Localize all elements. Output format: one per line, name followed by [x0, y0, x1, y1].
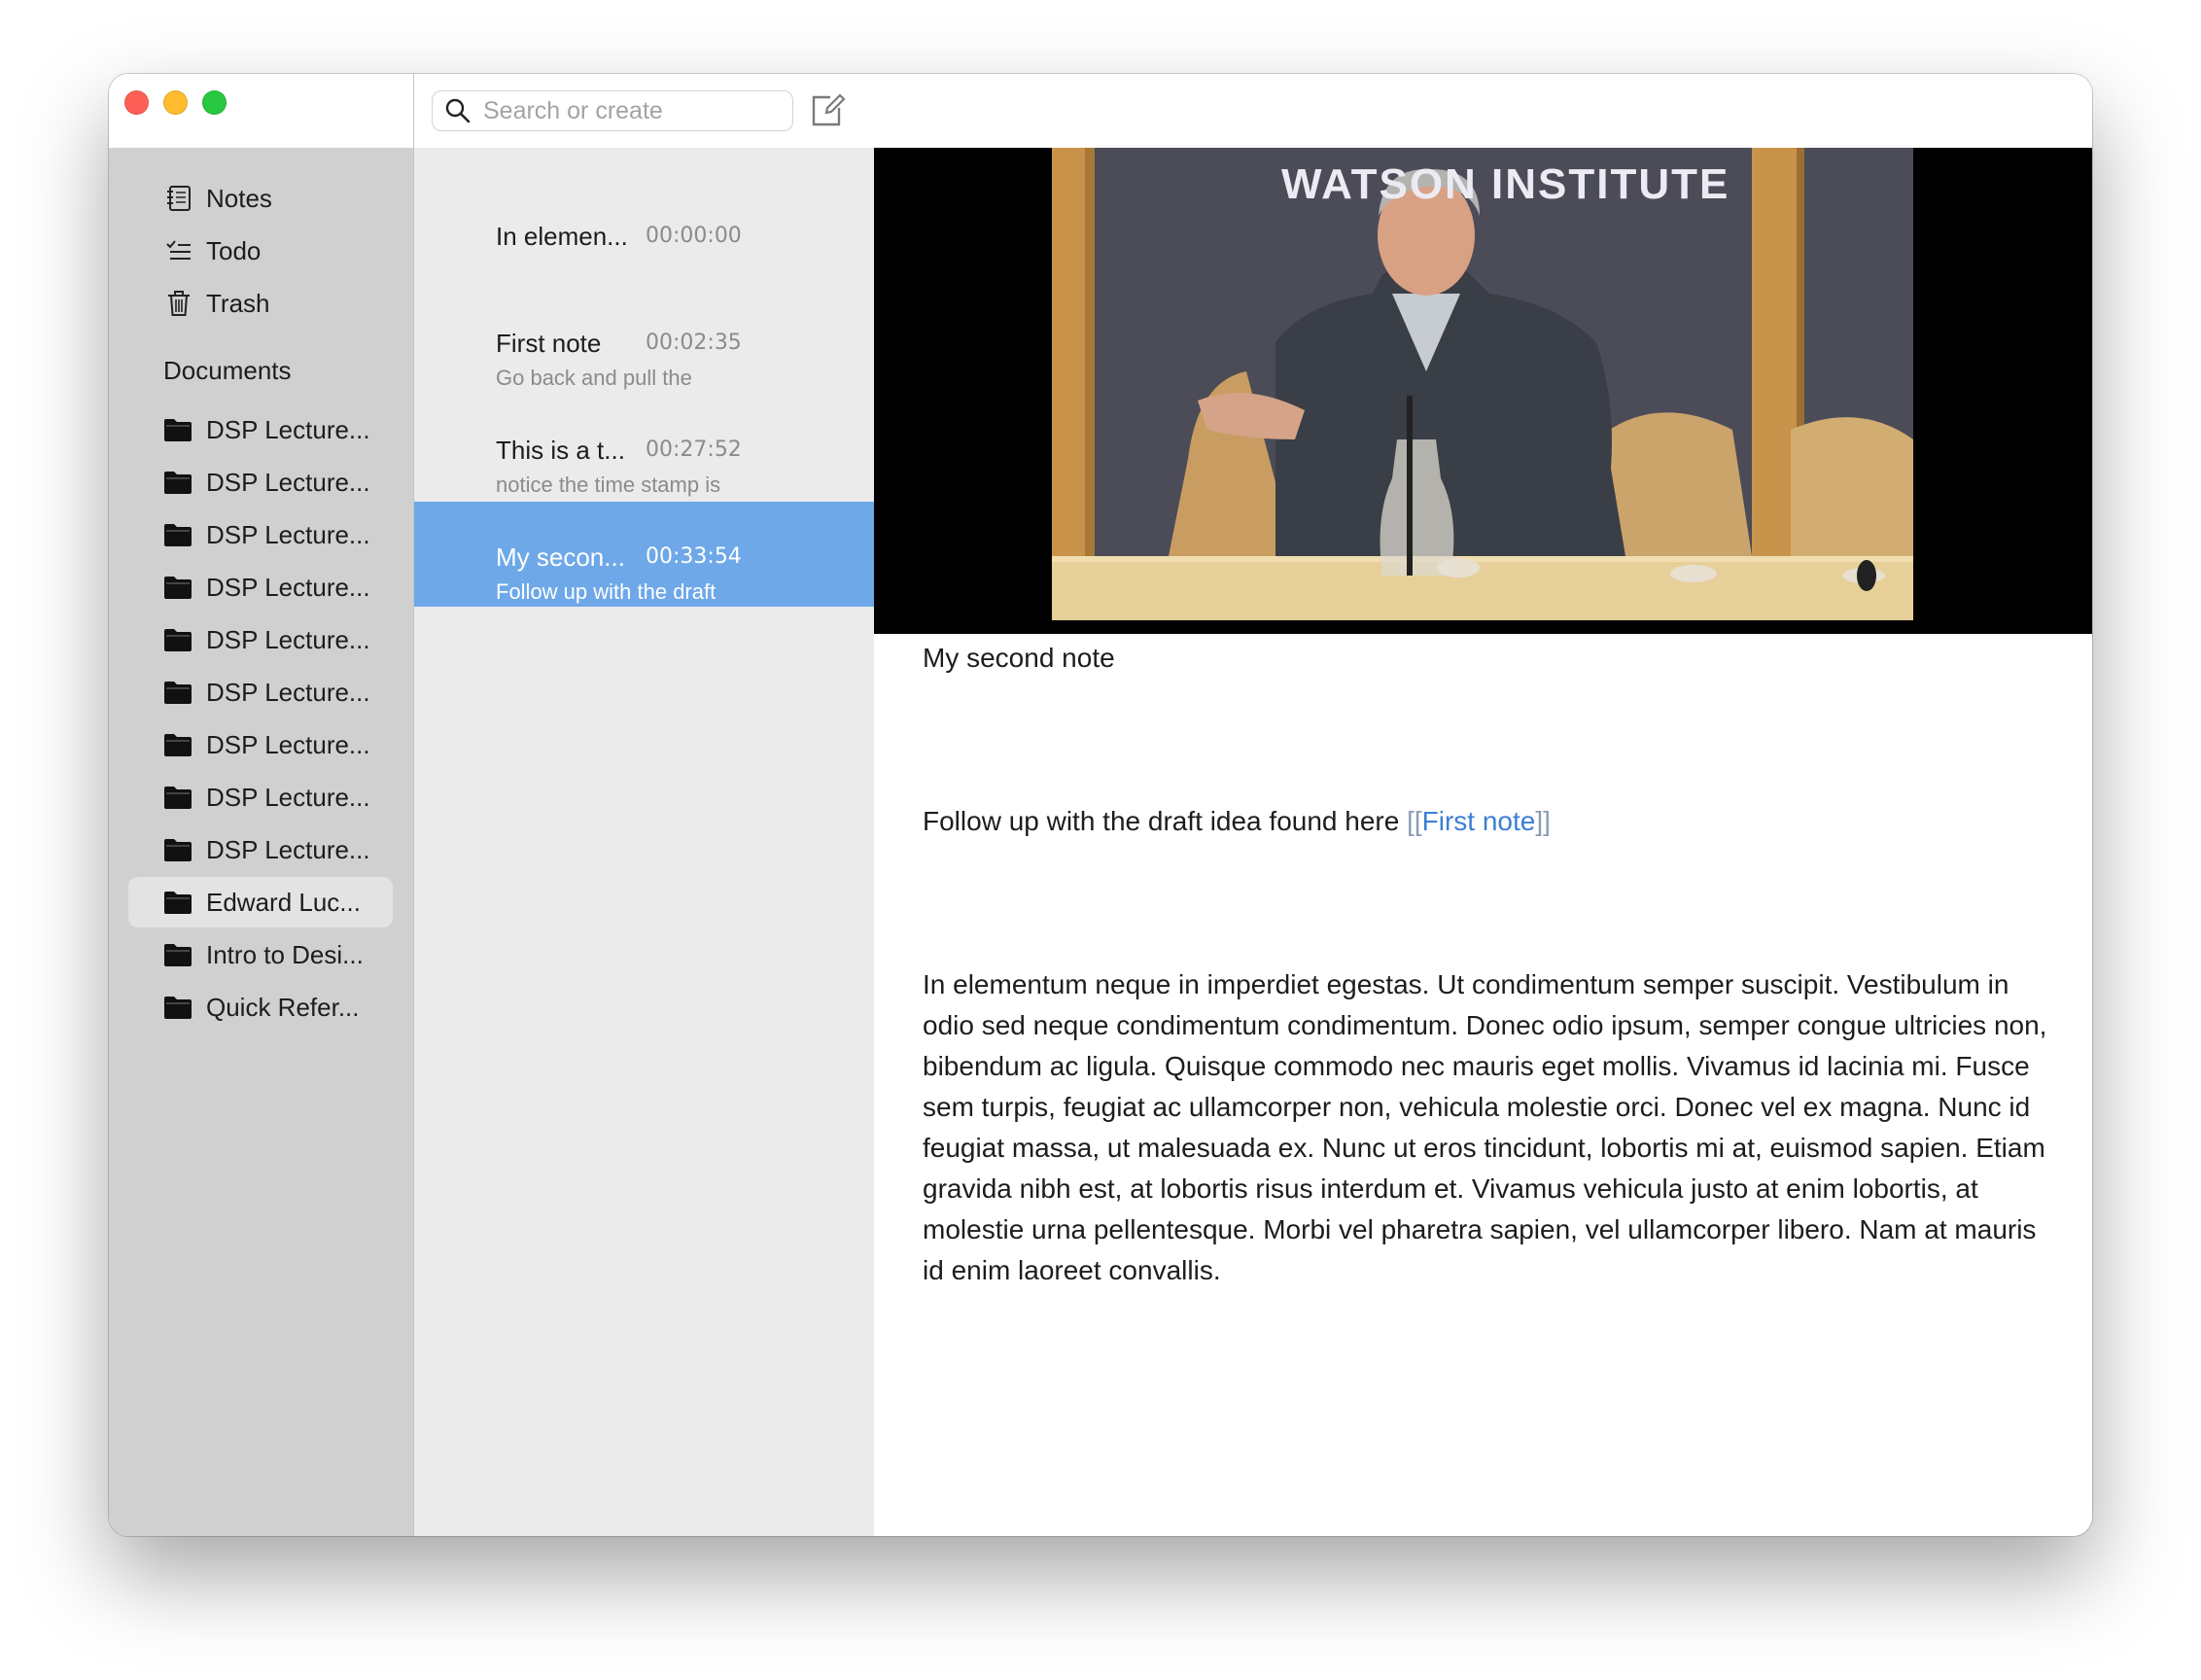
folder-icon: [163, 835, 192, 864]
link-close-bracket: ]]: [1535, 806, 1551, 836]
link-open-bracket: [[: [1407, 806, 1422, 836]
sidebar-document-item[interactable]: Quick Refer...: [128, 982, 393, 1032]
document-label: DSP Lecture...: [206, 519, 370, 549]
search-input[interactable]: [483, 96, 775, 125]
note-item-timestamp: 00:02:35: [646, 331, 742, 355]
link-line-text: Follow up with the draft idea found here: [923, 806, 1408, 836]
note-item-title: My secon...: [496, 542, 625, 572]
sidebar-item-todo[interactable]: Todo: [163, 228, 261, 274]
search-icon: [444, 96, 473, 125]
note-item-preview: notice the time stamp is: [496, 472, 721, 497]
sidebar-document-item[interactable]: Edward Luc...: [128, 877, 393, 928]
note-item-timestamp: 00:27:52: [646, 438, 742, 462]
note-item-timestamp: 00:33:54: [646, 544, 742, 569]
note-item-timestamp: 00:00:00: [646, 224, 742, 248]
note-item-preview: Go back and pull the: [496, 366, 692, 390]
sidebar-document-item[interactable]: DSP Lecture...: [128, 824, 393, 875]
folder-icon: [163, 678, 192, 707]
note-item-preview: Follow up with the draft: [496, 579, 716, 604]
sidebar: Notes Todo Trash Documents DSP Lecture..…: [109, 74, 414, 1536]
folder-icon: [163, 573, 192, 602]
sidebar-document-item[interactable]: DSP Lecture...: [128, 772, 393, 822]
video-banner-text: WATSON INSTITUTE: [1281, 160, 1729, 208]
sidebar-item-notes[interactable]: Notes: [163, 175, 272, 222]
folder-icon: [163, 625, 192, 654]
zoom-window-button[interactable]: [202, 90, 227, 115]
folder-icon: [163, 730, 192, 759]
sidebar-document-item[interactable]: DSP Lecture...: [128, 562, 393, 612]
video-frame: WATSON INSTITUTE: [1052, 148, 1913, 620]
sidebar-document-item[interactable]: DSP Lecture...: [128, 457, 393, 508]
titlebar-left: [109, 74, 413, 148]
trash-icon: [163, 288, 194, 319]
app-window: Notes Todo Trash Documents DSP Lecture..…: [109, 74, 2092, 1536]
note-list-item[interactable]: In elemen... 00:00:00: [414, 181, 874, 286]
note-link-line[interactable]: Follow up with the draft idea found here…: [923, 801, 2060, 842]
sidebar-item-trash[interactable]: Trash: [163, 280, 270, 327]
notebook-icon: [163, 183, 194, 214]
document-label: DSP Lecture...: [206, 414, 370, 444]
document-label: DSP Lecture...: [206, 467, 370, 497]
first-note-link[interactable]: First note: [1422, 806, 1536, 836]
sidebar-document-item[interactable]: DSP Lecture...: [128, 509, 393, 560]
document-label: DSP Lecture...: [206, 834, 370, 864]
sidebar-document-item[interactable]: Intro to Desi...: [128, 929, 393, 980]
document-label: DSP Lecture...: [206, 624, 370, 654]
note-item-title: This is a t...: [496, 436, 625, 465]
folder-icon: [163, 888, 192, 917]
document-label: Intro to Desi...: [206, 939, 364, 969]
sidebar-document-item[interactable]: DSP Lecture...: [128, 667, 393, 718]
close-window-button[interactable]: [124, 90, 149, 115]
document-label: DSP Lecture...: [206, 677, 370, 707]
document-label: Edward Luc...: [206, 887, 361, 917]
note-item-title: First note: [496, 329, 602, 358]
document-label: DSP Lecture...: [206, 729, 370, 759]
minimize-window-button[interactable]: [163, 90, 188, 115]
folder-icon: [163, 520, 192, 549]
sidebar-document-item[interactable]: DSP Lecture...: [128, 614, 393, 665]
sidebar-item-label: Todo: [206, 235, 262, 265]
note-body[interactable]: In elementum neque in imperdiet egestas.…: [923, 964, 2060, 1291]
note-list: In elemen... 00:00:00 First note 00:02:35 Go…: [414, 74, 874, 1536]
document-label: DSP Lecture...: [206, 572, 370, 602]
speaker-video-image: WATSON INSTITUTE: [1052, 148, 1913, 620]
checklist-icon: [163, 235, 194, 266]
document-label: Quick Refer...: [206, 992, 360, 1022]
video-player[interactable]: WATSON INSTITUTE: [874, 148, 2092, 634]
sidebar-document-item[interactable]: DSP Lecture...: [128, 404, 393, 455]
sidebar-item-label: Notes: [206, 183, 272, 213]
note-list-item[interactable]: My secon... 00:33:54 Follow up with the dr…: [414, 502, 874, 607]
documents-section-label: Documents: [163, 356, 292, 385]
note-list-toolbar: [414, 74, 874, 148]
folder-icon: [163, 415, 192, 444]
folder-icon: [163, 783, 192, 812]
note-list-item[interactable]: First note 00:02:35 Go back and pull the: [414, 288, 874, 393]
editor-pane: WATSON INSTITUTE My second note Follow u…: [874, 74, 2092, 1536]
folder-icon: [163, 940, 192, 969]
folder-icon: [163, 993, 192, 1022]
compose-icon: [812, 93, 846, 126]
document-label: DSP Lecture...: [206, 782, 370, 812]
sidebar-document-item[interactable]: DSP Lecture...: [128, 719, 393, 770]
sidebar-item-label: Trash: [206, 288, 270, 318]
folder-icon: [163, 468, 192, 497]
note-list-item[interactable]: This is a t... 00:27:52 notice the time st…: [414, 395, 874, 500]
new-note-button[interactable]: [807, 89, 848, 130]
search-box: [432, 90, 793, 131]
note-item-title: In elemen...: [496, 222, 628, 251]
note-title[interactable]: My second note: [923, 638, 2060, 679]
